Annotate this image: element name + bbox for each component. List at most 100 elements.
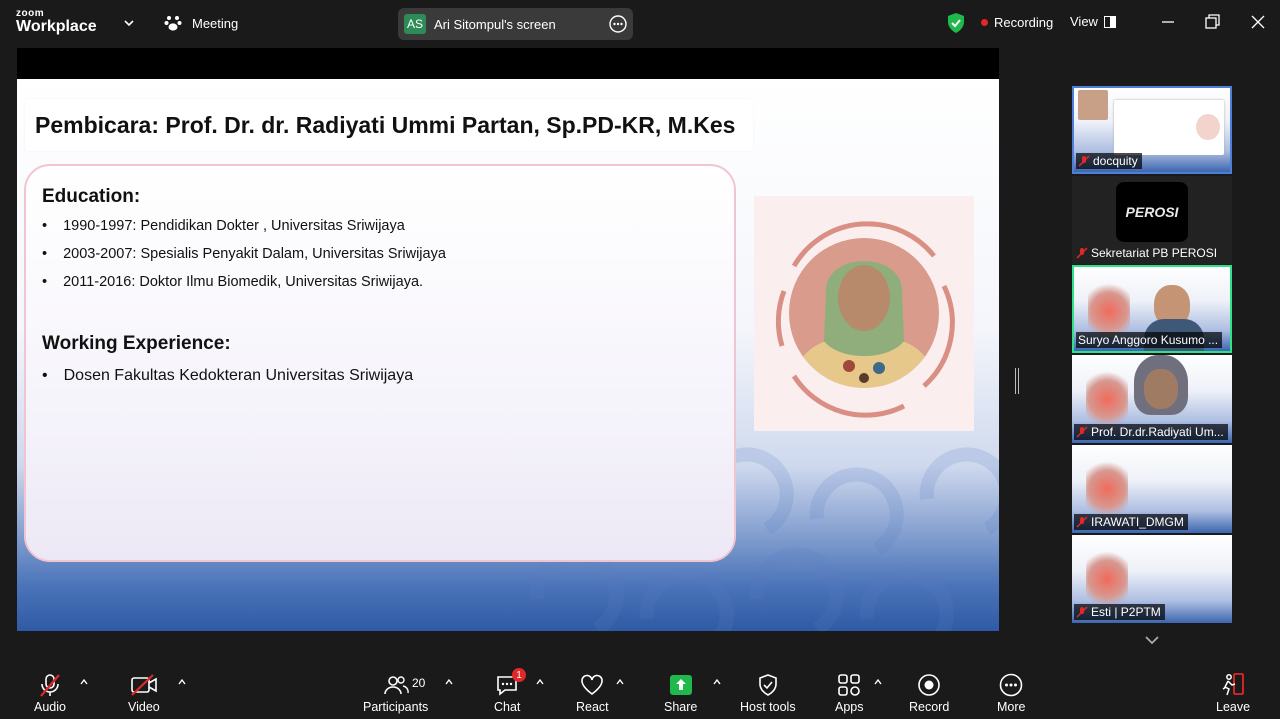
work-heading: Working Experience: [42,333,231,354]
video-options-caret-icon[interactable] [177,677,187,687]
participant-name: Esti | P2PTM [1091,605,1161,619]
muted-mic-icon [1076,247,1088,259]
participants-count: 20 [412,676,426,690]
participants-options-caret-icon[interactable] [444,677,454,687]
panel-resize-handle[interactable] [1015,368,1019,394]
speaker-photo [754,196,974,431]
restore-icon[interactable] [1202,12,1222,32]
apps-button[interactable]: Apps [835,670,864,714]
view-label: View [1070,14,1098,29]
education-heading: Education: [42,186,141,207]
work-item: • Dosen Fakultas Kedokteran Universitas S… [42,367,413,385]
participants-icon [383,676,409,695]
paw-icon [164,16,182,31]
participant-name: Sekretariat PB PEROSI [1091,246,1218,260]
participant-tile[interactable]: docquity [1072,86,1232,174]
bullet-glyph: • [42,218,48,234]
tile-name-label: Prof. Dr.dr.Radiyati Um... [1074,424,1228,440]
apps-icon [838,674,861,696]
chat-label: Chat [494,700,521,714]
apps-label: Apps [835,700,864,714]
sharer-screen-name: Ari Sitompul's screen [434,16,556,32]
more-options-icon[interactable] [609,15,627,33]
top-bar: zoom Workplace Meeting AS Ari Sitompul's… [0,0,1280,48]
chat-unread-badge: 1 [512,668,526,682]
participant-name: docquity [1093,154,1138,168]
react-options-caret-icon[interactable] [615,677,625,687]
minimize-icon[interactable] [1158,12,1178,32]
education-text: 2011-2016: Doktor Ilmu Biomedik, Univers… [63,274,424,290]
screen-share-indicator[interactable]: AS Ari Sitompul's screen [398,8,633,40]
muted-mic-icon [1078,155,1090,167]
participant-tile[interactable]: PEROSI Sekretariat PB PEROSI [1072,176,1232,264]
record-button[interactable]: Record [909,670,949,714]
bullet-glyph: • [42,246,48,262]
participant-tile[interactable]: IRAWATI_DMGM [1072,445,1232,533]
heart-icon [581,674,604,696]
slide-title: Pembicara: Prof. Dr. dr. Radiyati Ummi P… [25,99,754,151]
apps-options-caret-icon[interactable] [873,677,883,687]
audio-button[interactable]: Audio [34,670,66,714]
participant-name: Prof. Dr.dr.Radiyati Um... [1091,425,1224,439]
meeting-toolbar: Audio Video Participants 20 Chat 1 React… [0,660,1280,719]
tile-name-label: Esti | P2PTM [1074,604,1165,620]
host-tools-button[interactable]: Host tools [740,670,796,714]
logo-big-text: Workplace [16,18,97,35]
grid-view-icon [1103,15,1116,28]
view-button[interactable]: View [1070,14,1116,29]
work-text: Dosen Fakultas Kedokteran Universitas Sr… [63,367,414,384]
share-label: Share [664,700,698,714]
muted-mic-icon [1076,606,1088,618]
leave-button[interactable]: Leave [1216,670,1250,714]
zoom-workplace-logo[interactable]: zoom Workplace [16,9,97,35]
recording-dot-icon [981,19,988,26]
participant-tile[interactable]: Prof. Dr.dr.Radiyati Um... [1072,355,1232,443]
education-text: 2003-2007: Spesialis Penyakit Dalam, Uni… [63,246,446,262]
tile-name-label: Sekretariat PB PEROSI [1074,245,1221,261]
meeting-label: Meeting [192,15,239,31]
muted-mic-icon [1076,516,1088,528]
more-icon [999,673,1023,697]
perosi-logo-text: PEROSI [1125,204,1179,220]
muted-mic-icon [1076,426,1088,438]
audio-label: Audio [34,700,66,714]
record-icon [918,674,940,696]
tile-name-label: IRAWATI_DMGM [1074,514,1188,530]
audio-options-caret-icon[interactable] [79,677,89,687]
education-text: 1990-1997: Pendidikan Dokter , Universit… [63,218,405,234]
education-item: • 2011-2016: Doktor Ilmu Biomedik, Univer… [42,274,423,290]
sharer-avatar: AS [404,14,426,34]
record-label: Record [909,700,950,714]
host-tools-label: Host tools [740,700,796,714]
scroll-down-chevron-icon[interactable] [1143,633,1161,647]
participant-tile[interactable]: Esti | P2PTM [1072,535,1232,623]
muted-mic-icon [40,674,60,697]
share-screen-icon [669,675,692,695]
recording-label: Recording [994,15,1054,30]
host-shield-icon [758,674,777,696]
participants-label: Participants [363,700,429,714]
more-button[interactable]: More [997,670,1025,714]
chat-options-caret-icon[interactable] [535,677,545,687]
recording-indicator[interactable]: Recording [981,15,1053,30]
presentation-slide: Pembicara: Prof. Dr. dr. Radiyati Ummi P… [17,79,999,631]
bullet-glyph: • [42,274,48,290]
share-screen-button[interactable]: Share [664,670,697,714]
participant-tile-active-speaker[interactable]: Suryo Anggoro Kusumo ... [1072,265,1232,353]
speaker-portrait-image [775,221,955,418]
leave-icon [1222,673,1244,696]
video-label: Video [128,700,160,714]
share-options-caret-icon[interactable] [712,677,722,687]
close-icon[interactable] [1248,12,1268,32]
participant-name: IRAWATI_DMGM [1091,515,1184,529]
video-button[interactable]: Video [128,670,160,714]
react-button[interactable]: React [576,670,609,714]
meeting-info-button[interactable]: Meeting [164,14,238,32]
security-shield-icon[interactable] [946,12,966,34]
chevron-down-icon[interactable] [122,16,136,30]
participant-name: Suryo Anggoro Kusumo ... [1078,333,1219,347]
perosi-logo: PEROSI [1116,182,1188,242]
bullet-glyph: • [42,367,48,384]
education-item: • 1990-1997: Pendidikan Dokter , Universi… [42,218,405,234]
more-label: More [997,700,1026,714]
